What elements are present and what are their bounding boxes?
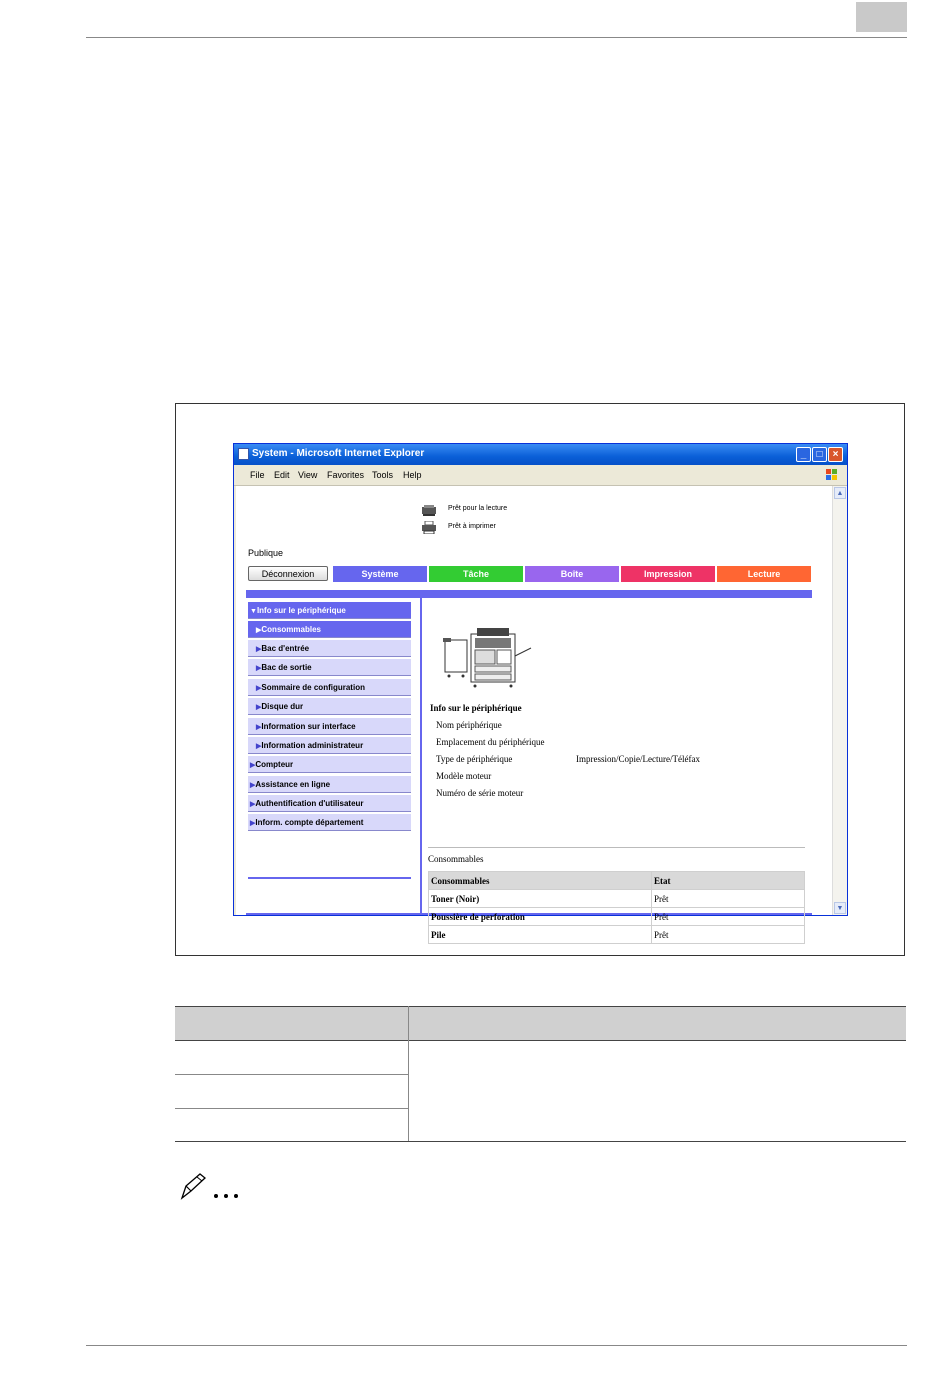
scanner-status-icon: [422, 505, 436, 516]
sidebar-separator: [420, 598, 422, 915]
sidebar-item-bac-entree[interactable]: ▶Bac d'entrée: [248, 640, 411, 657]
pencil-note-icon: [180, 1173, 238, 1200]
device-info-label: Emplacement du périphérique: [436, 737, 545, 747]
sidebar-item-bac-sortie[interactable]: ▶Bac de sortie: [248, 659, 411, 676]
sidebar-item-consommables[interactable]: ▶Consommables: [248, 621, 411, 638]
sidebar-item-label: Consommables: [261, 625, 321, 634]
menu-help[interactable]: Help: [403, 470, 422, 480]
menu-tools[interactable]: Tools: [372, 470, 393, 480]
device-info-label: Nom périphérique: [436, 720, 502, 730]
table-cell: Prêt: [651, 907, 805, 926]
sidebar-item-label: Bac d'entrée: [261, 644, 310, 653]
window-title: System - Microsoft Internet Explorer: [252, 448, 425, 459]
multifunction-printer-image: [443, 628, 532, 688]
sidebar-item-sommaire-configuration[interactable]: ▶Sommaire de configuration: [248, 679, 411, 696]
table-row: Toner (Noir) Prêt: [428, 889, 805, 908]
sidebar-item-authentification-utilisateur[interactable]: ▶Authentification d'utilisateur: [248, 795, 411, 812]
table-rule: [175, 1006, 906, 1007]
sidebar-item-label: Inform. compte département: [255, 818, 364, 827]
menu-favorites[interactable]: Favorites: [327, 470, 364, 480]
table-rule: [175, 1040, 906, 1041]
menu-bar: File Edit View Favorites Tools Help: [234, 465, 847, 486]
table-rule: [175, 1108, 408, 1109]
device-info-label: Modèle moteur: [436, 771, 492, 781]
table-rule: [175, 1141, 906, 1142]
device-info-value: Impression/Copie/Lecture/Téléfax: [576, 754, 700, 764]
browser-window: System - Microsoft Internet Explorer _ □…: [233, 443, 848, 944]
column-header: Etat: [651, 871, 805, 890]
consumables-heading: Consommables: [428, 854, 484, 864]
sidebar-item-compteur[interactable]: ▶Compteur: [248, 756, 411, 773]
close-icon[interactable]: ×: [828, 447, 843, 462]
tab-underline-band: [246, 590, 812, 598]
table-cell: Prêt: [651, 889, 805, 908]
tab-tache[interactable]: Tâche: [429, 566, 523, 582]
scroll-down-icon[interactable]: ▼: [834, 902, 846, 914]
menu-view[interactable]: View: [298, 470, 317, 480]
sidebar-item-information-administrateur[interactable]: ▶Information administrateur: [248, 737, 411, 754]
vertical-scrollbar[interactable]: ▲ ▼: [832, 486, 847, 915]
menu-edit[interactable]: Edit: [274, 470, 290, 480]
device-info-label: Type de périphérique: [436, 754, 513, 764]
section-divider: [428, 847, 805, 848]
sidebar-item-label: Sommaire de configuration: [261, 683, 365, 692]
sidebar-item-label: Disque dur: [261, 702, 304, 711]
sidebar-item-label: Information administrateur: [261, 741, 364, 750]
windows-logo-icon: [826, 469, 837, 480]
sidebar-item-info-peripherique[interactable]: ▼Info sur le périphérique: [248, 602, 411, 619]
table-cell: Poussière de perforation: [428, 907, 652, 926]
footer-rule: [86, 1345, 907, 1346]
page-viewport: Prêt pour la lecture Prêt à imprimer Pub…: [236, 486, 832, 944]
column-header: Consommables: [428, 871, 652, 890]
table-header-row: [175, 1006, 906, 1040]
sidebar-item-label: Assistance en ligne: [255, 780, 331, 789]
header-rule: [86, 37, 907, 38]
chapter-tab: [856, 2, 907, 32]
title-bar[interactable]: System - Microsoft Internet Explorer _ □…: [234, 444, 847, 465]
table-cell: Pile: [428, 925, 652, 944]
table-column-rule: [408, 1006, 409, 1141]
menu-file[interactable]: File: [250, 470, 265, 480]
sidebar-item-assistance-en-ligne[interactable]: ▶Assistance en ligne: [248, 776, 411, 793]
consumables-table: Consommables Etat Toner (Noir) Prêt Pous…: [428, 871, 805, 944]
sidebar-bottom-rule: [248, 877, 411, 879]
sidebar-item-disque-dur[interactable]: ▶Disque dur: [248, 698, 411, 715]
tab-impression[interactable]: Impression: [621, 566, 715, 582]
table-header-row: Consommables Etat: [428, 871, 805, 890]
mode-label: Publique: [248, 548, 284, 558]
device-info-heading: Info sur le périphérique: [430, 703, 522, 713]
printer-status: Prêt à imprimer: [448, 523, 496, 530]
sidebar-item-label: Authentification d'utilisateur: [255, 799, 364, 808]
scanner-status: Prêt pour la lecture: [448, 505, 508, 512]
scroll-up-icon[interactable]: ▲: [834, 487, 846, 499]
sidebar-item-information-interface[interactable]: ▶Information sur interface: [248, 718, 411, 735]
table-rule: [175, 1074, 408, 1075]
maximize-icon[interactable]: □: [812, 447, 827, 462]
table-row: Pile Prêt: [428, 925, 805, 944]
table-cell: Prêt: [651, 925, 805, 944]
table-row: Poussière de perforation Prêt: [428, 907, 805, 926]
printer-status-icon: [422, 521, 436, 534]
tab-boite[interactable]: Boîte: [525, 566, 619, 582]
ie-page-icon: [238, 448, 249, 460]
tab-systeme[interactable]: Système: [333, 566, 427, 582]
tab-lecture[interactable]: Lecture: [717, 566, 811, 582]
triangle-down-icon: ▼: [250, 608, 257, 615]
sidebar-item-label: Info sur le périphérique: [256, 606, 346, 615]
sidebar-item-compte-departement[interactable]: ▶Inform. compte département: [248, 814, 411, 831]
table-cell: Toner (Noir): [428, 889, 652, 908]
sidebar-item-label: Information sur interface: [261, 722, 356, 731]
device-info-label: Numéro de série moteur: [436, 788, 524, 798]
minimize-icon[interactable]: _: [796, 447, 811, 462]
sidebar-item-label: Compteur: [255, 760, 294, 769]
logout-button[interactable]: Déconnexion: [248, 566, 328, 581]
sidebar-item-label: Bac de sortie: [261, 663, 312, 672]
